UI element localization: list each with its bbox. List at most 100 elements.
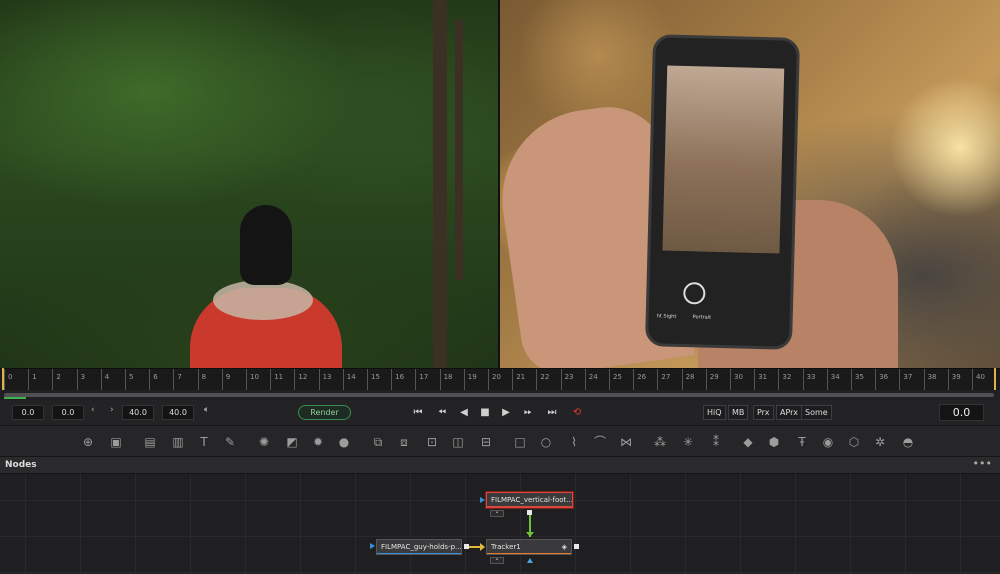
ruler-tick: 34 [826,369,840,391]
step-forward-icon[interactable]: › [110,405,114,415]
tracker-icon[interactable]: ⋈ [618,434,634,450]
renderer-icon[interactable]: ◉ [820,434,836,450]
color-icon[interactable]: ● [336,434,352,450]
ruler-tick: 26 [633,369,646,391]
global-end-field[interactable]: 40.0 [162,405,194,420]
left-viewer[interactable] [0,0,498,368]
ruler-tick-label: 34 [830,373,840,381]
ruler-tick: 3 [76,369,85,391]
fast-forward-icon[interactable]: ⏩︎ [520,405,536,420]
ruler-tick-label: 2 [56,373,61,381]
go-to-start-icon[interactable]: ⏮︎ [410,405,426,420]
ruler-tick-label: 19 [467,373,477,381]
image-icon[interactable]: ▣ [108,434,124,450]
loop-icon[interactable]: ⟲ [569,405,585,420]
transform-icon[interactable]: ⧉ [370,434,386,450]
sphere-icon[interactable]: ◓ [900,434,916,450]
render-end-marker[interactable] [994,368,996,390]
render-start-field[interactable]: 0.0 [52,405,84,420]
blur-icon[interactable]: ✹ [310,434,326,450]
background-icon[interactable]: ⊕ [80,434,96,450]
ruler-tick: 27 [657,369,670,391]
ruler-tick: 20 [488,369,501,391]
scrubber-range-start [4,397,26,399]
ruler-tick: 14 [342,369,356,391]
ruler-tick-label: 32 [782,373,792,381]
current-time-display[interactable]: 0.0 [939,404,984,421]
ruler-tick-label: 1 [32,373,37,381]
camera-icon[interactable]: ⬡ [846,434,862,450]
output-port[interactable] [574,544,579,549]
ruler-tick-label: 23 [564,373,574,381]
polygon-icon[interactable]: ⌇ [566,434,582,450]
selective-update-button[interactable]: Some [801,405,832,420]
ellipse-mask-icon[interactable]: ○ [538,434,554,450]
play-reverse-icon[interactable]: ◀ [456,405,472,420]
corner-pin-icon[interactable]: ⊟ [478,434,494,450]
ruler-tick: 2 [52,369,61,391]
shutter-icon [683,282,706,305]
time-scrubber[interactable] [0,390,1000,400]
bspline-icon[interactable]: ⌒ [592,434,608,450]
input-arrow-icon [370,543,375,549]
nodes-title: Nodes [5,460,37,470]
3d-merge-icon[interactable]: ⬢ [766,434,782,450]
tracker-icon: ◈ [561,543,567,551]
ruler-tick-label: 18 [443,373,453,381]
scrubber-track[interactable] [4,393,994,397]
nodes-menu-icon[interactable]: ••• [973,457,992,470]
proxy-button[interactable]: Prx [753,405,774,420]
paint-icon[interactable]: ✎ [222,434,238,450]
node-filmpac-guy[interactable]: FILMPAC_guy-holds-p... [376,539,462,555]
playhead[interactable] [2,368,4,390]
node-view-indicator[interactable]: • [490,557,504,564]
node-label: Tracker1 [491,543,521,551]
ruler-tick: 5 [125,369,133,391]
time-ruler[interactable]: 0 1 2 3 4 5 6 7 8 9 10 11 12 13 14 15 16 17 18 19 20 21 22 23 24… [0,368,1000,391]
go-to-end-icon[interactable]: ⏭︎ [544,405,560,420]
stop-icon[interactable]: ■ [477,405,493,420]
render-end-field[interactable]: 40.0 [122,405,154,420]
ruler-tick-label: 25 [613,373,622,381]
3d-text-icon[interactable]: Ŧ [794,434,810,450]
rectangle-mask-icon[interactable]: □ [512,434,528,450]
right-viewer[interactable]: ht Sight Portrait [498,0,1000,368]
light-icon[interactable]: ✲ [872,434,888,450]
auto-proxy-button[interactable]: APrx [776,405,802,420]
3d-shape-icon[interactable]: ◆ [740,434,756,450]
node-color-bar [377,553,461,554]
particle-kill-icon[interactable]: ⁑ [708,434,724,450]
quality-hiq-button[interactable]: HiQ [703,405,726,420]
ruler-tick-label: 17 [419,373,429,381]
motion-blur-button[interactable]: MB [728,405,749,420]
play-icon[interactable]: ▶ [498,405,514,420]
ruler-tick-label: 14 [346,373,356,381]
ruler-tick-label: 27 [661,373,671,381]
node-filmpac-vertical[interactable]: FILMPAC_vertical-foot... [486,492,573,508]
ruler-tick: 11 [270,369,283,391]
ruler-tick-label: 29 [709,373,719,381]
rewind-icon[interactable]: ⏪︎ [434,405,450,420]
ruler-tick-label: 6 [153,373,158,381]
letterbox-icon[interactable]: ◫ [450,434,466,450]
node-view-indicator[interactable]: • [490,510,504,517]
tree-trunk [433,0,447,368]
node-tracker1[interactable]: Tracker1 ◈ [486,539,572,555]
step-back-icon[interactable]: ‹ [91,405,95,415]
global-start-field[interactable]: 0.0 [12,405,44,420]
saver-icon[interactable]: ▥ [170,434,186,450]
text-icon[interactable]: T [196,434,212,450]
merge-icon[interactable]: ◩ [284,434,300,450]
viewer-area: ht Sight Portrait [0,0,1000,368]
resize-icon[interactable]: ⧈ [396,434,412,450]
speaker-icon[interactable]: 🔈︎ [204,405,209,415]
particle-render-icon[interactable]: ✳ [680,434,696,450]
particles-icon[interactable]: ✺ [256,434,272,450]
crop-icon[interactable]: ⊡ [424,434,440,450]
render-button[interactable]: Render [298,405,351,420]
emitter-icon[interactable]: ⁂ [652,434,668,450]
ruler-tick: 13 [318,369,332,391]
mask-input-icon[interactable] [527,558,533,563]
ruler-tick: 0 [4,369,12,391]
loader-icon[interactable]: ▤ [142,434,158,450]
